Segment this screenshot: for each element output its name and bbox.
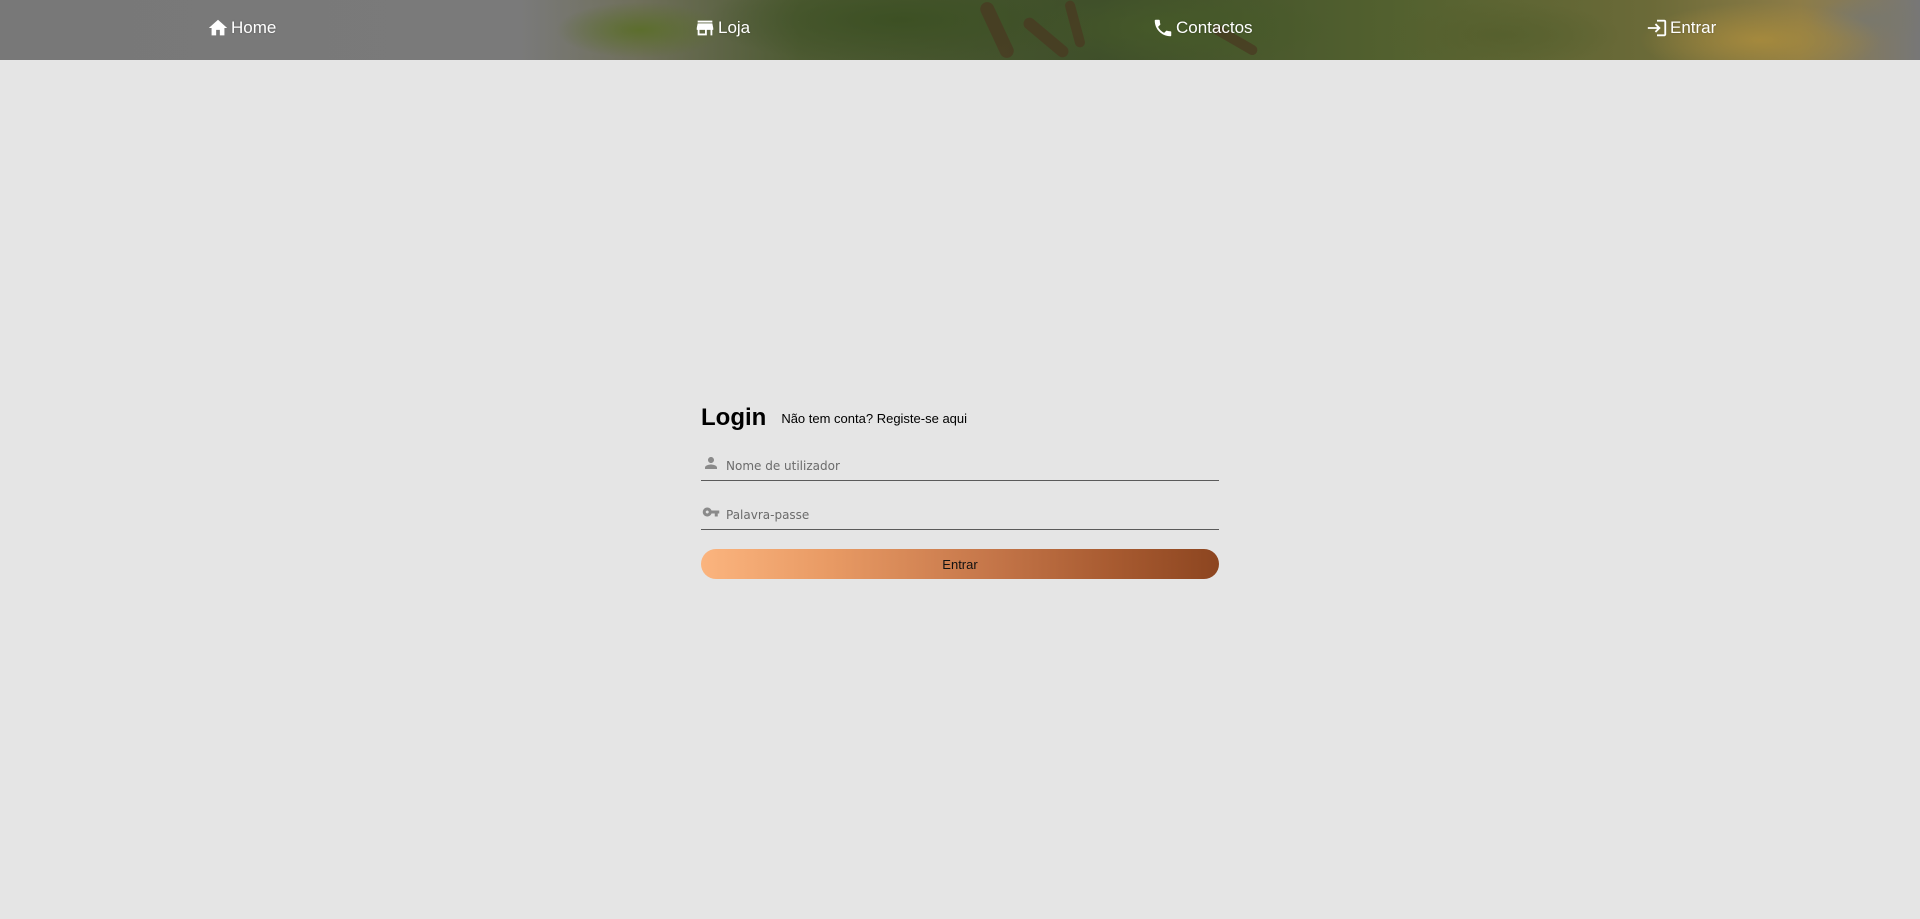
nav-item-entrar[interactable]: Entrar [1646, 17, 1716, 39]
login-icon [1646, 17, 1668, 39]
key-icon [701, 503, 720, 526]
login-title: Login [701, 404, 767, 431]
nav-item-contactos[interactable]: Contactos [1152, 17, 1253, 39]
phone-icon [1152, 17, 1174, 39]
header-background-branch [1063, 0, 1087, 49]
username-input[interactable] [726, 452, 1206, 479]
store-icon [694, 17, 716, 39]
home-icon [207, 17, 229, 39]
header-background-branch [977, 0, 1017, 60]
header-background-branch [1021, 15, 1071, 60]
password-input[interactable] [726, 501, 1206, 528]
nav-item-label: Contactos [1176, 18, 1253, 37]
register-link[interactable]: Não tem conta? Registe-se aqui [781, 411, 967, 426]
login-submit-button[interactable]: Entrar [701, 549, 1219, 579]
person-icon [701, 454, 720, 477]
login-form: Login Não tem conta? Registe-se aqui Ent… [701, 404, 1219, 579]
username-field [701, 451, 1219, 481]
nav-item-label: Home [231, 18, 277, 37]
nav-item-label: Loja [718, 18, 751, 37]
nav-item-loja[interactable]: Loja [694, 17, 750, 39]
login-header: Login Não tem conta? Registe-se aqui [701, 404, 1219, 438]
nav-item-label: Entrar [1670, 18, 1717, 37]
nav-item-home[interactable]: Home [207, 17, 276, 39]
top-navigation-bar: Home Loja Contactos Entrar [0, 0, 1920, 60]
password-field [701, 500, 1219, 530]
